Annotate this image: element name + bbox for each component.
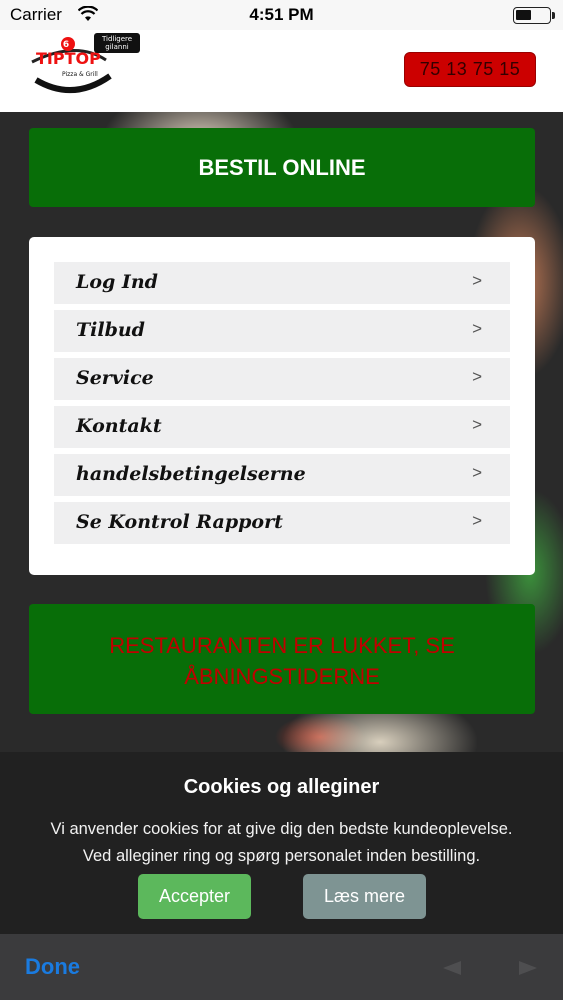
menu-item-label: Log Ind	[76, 271, 158, 293]
menu-item-log-ind[interactable]: Log Ind >	[54, 262, 510, 304]
accept-cookies-button[interactable]: Accepter	[138, 874, 251, 919]
menu-item-label: Kontakt	[76, 415, 162, 437]
clock: 4:51 PM	[249, 5, 314, 24]
cookie-text-line2: Ved alleginer ring og spørg personalet i…	[82, 847, 481, 865]
done-button[interactable]: Done	[25, 954, 80, 980]
chevron-right-icon: >	[472, 415, 482, 434]
menu-item-handelsbetingelserne[interactable]: handelsbetingelserne >	[54, 454, 510, 496]
menu-item-service[interactable]: Service >	[54, 358, 510, 400]
cookie-consent-panel: Cookies og alleginer Vi anvender cookies…	[0, 752, 563, 934]
menu-item-label: Tilbud	[76, 319, 145, 341]
cookie-title: Cookies og alleginer	[183, 776, 380, 798]
phone-button[interactable]: 75 13 75 15	[404, 52, 536, 87]
logo-badge-line1: Tidligere	[101, 35, 132, 43]
menu-item-tilbud[interactable]: Tilbud >	[54, 310, 510, 352]
chevron-right-icon: >	[472, 271, 482, 290]
cookie-text-line1: Vi anvender cookies for at give dig den …	[50, 820, 513, 838]
logo-text: TIPTOP	[36, 49, 101, 68]
menu-item-kontrol-rapport[interactable]: Se Kontrol Rapport >	[54, 502, 510, 544]
restaurant-closed-banner[interactable]: RESTAURANTEN ER LUKKET, SE ÅBNINGSTIDERN…	[29, 604, 535, 714]
closed-banner-line2: ÅBNINGSTIDERNE	[184, 664, 380, 689]
site-header: 6 TIPTOP Pizza & Grill Tidligere gilanni…	[0, 30, 563, 112]
logo-sub-text: Pizza & Grill	[62, 71, 98, 78]
chevron-right-icon: >	[472, 463, 482, 482]
status-bar: Carrier 4:51 PM	[0, 0, 563, 30]
menu-card: Log Ind > Tilbud > Service > Kontakt > h…	[29, 237, 535, 575]
browser-toolbar: Done	[0, 934, 563, 1000]
logo-badge-line2: gilanni	[105, 43, 128, 51]
chevron-right-icon: >	[472, 367, 482, 386]
battery-icon	[513, 7, 555, 24]
back-arrow-icon[interactable]	[443, 961, 463, 980]
forward-arrow-icon[interactable]	[517, 961, 537, 980]
menu-item-label: Se Kontrol Rapport	[76, 511, 283, 533]
menu-item-kontakt[interactable]: Kontakt >	[54, 406, 510, 448]
closed-banner-line1: RESTAURANTEN ER LUKKET, SE	[109, 633, 455, 658]
read-more-button[interactable]: Læs mere	[303, 874, 426, 919]
chevron-right-icon: >	[472, 511, 482, 530]
menu-item-label: Service	[76, 367, 154, 389]
order-online-button[interactable]: BESTIL ONLINE	[29, 128, 535, 207]
logo[interactable]: 6 TIPTOP Pizza & Grill Tidligere gilanni	[28, 30, 143, 110]
chevron-right-icon: >	[472, 319, 482, 338]
cookie-text: Vi anvender cookies for at give dig den …	[0, 816, 563, 870]
menu-item-label: handelsbetingelserne	[76, 463, 306, 485]
